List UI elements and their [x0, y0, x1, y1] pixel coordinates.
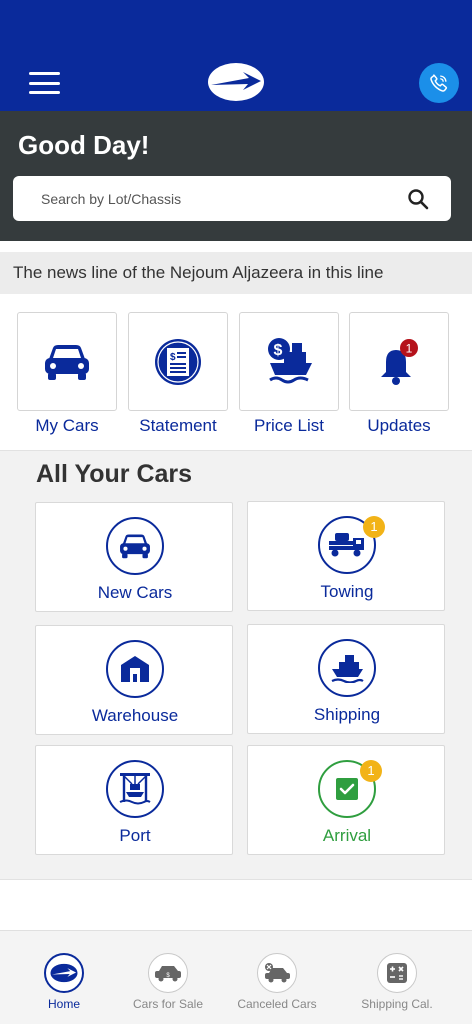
quick-card: [17, 312, 117, 411]
hamburger-menu-icon[interactable]: [29, 72, 60, 94]
quick-label: Updates: [367, 416, 431, 435]
card-label: Shipping: [313, 705, 381, 724]
quick-card: $: [128, 312, 228, 411]
quick-label: Statement: [139, 416, 217, 435]
search-bar: [13, 176, 451, 221]
quick-card: $: [239, 312, 339, 411]
phone-icon: [430, 74, 448, 92]
call-button[interactable]: [419, 63, 459, 103]
card-label: Warehouse: [91, 706, 179, 725]
warehouse-card[interactable]: Warehouse: [35, 625, 233, 735]
car-icon: [106, 517, 164, 575]
statement-icon: $: [155, 338, 201, 385]
new-cars-card[interactable]: New Cars: [35, 502, 233, 612]
nav-label: Cars for Sale: [132, 997, 204, 1011]
svg-text:$: $: [170, 352, 176, 363]
bell-icon: 1: [381, 338, 418, 385]
warehouse-icon: [106, 640, 164, 698]
quick-label: Price List: [254, 416, 324, 435]
top-app-bar: [0, 0, 472, 111]
shipping-card[interactable]: Shipping: [247, 624, 445, 734]
nav-shipping-calculator[interactable]: Shipping Cal.: [342, 931, 452, 1024]
towing-card[interactable]: 1 Towing: [247, 501, 445, 611]
quick-statement-button[interactable]: $ Statement: [128, 312, 228, 442]
nav-home[interactable]: Home: [9, 931, 119, 1024]
car-sale-icon: $: [148, 953, 188, 993]
card-label: Port: [119, 826, 151, 845]
port-card[interactable]: Port: [35, 745, 233, 855]
arrival-card[interactable]: 1 Arrival: [247, 745, 445, 855]
section-title: All Your Cars: [36, 460, 193, 488]
quick-my-cars-button[interactable]: My Cars: [17, 312, 117, 442]
arrival-badge: 1: [360, 760, 382, 782]
search-input[interactable]: [41, 176, 401, 221]
nav-canceled-cars[interactable]: Canceled Cars: [222, 931, 332, 1024]
nav-label: Canceled Cars: [237, 997, 317, 1011]
news-ticker: The news line of the Nejoum Aljazeera in…: [0, 252, 472, 294]
nav-cars-for-sale[interactable]: $ Cars for Sale: [113, 931, 223, 1024]
quick-label: My Cars: [35, 416, 99, 435]
quick-price-list-button[interactable]: $ Price List: [239, 312, 339, 442]
port-crane-icon: [106, 760, 164, 818]
card-label: Towing: [320, 582, 374, 601]
search-icon[interactable]: [406, 187, 430, 211]
updates-badge: 1: [406, 341, 413, 355]
nav-label: Shipping Cal.: [361, 997, 433, 1011]
car-icon: [45, 344, 89, 380]
card-label: Arrival: [322, 826, 372, 845]
calculator-icon: [377, 953, 417, 993]
quick-card: 1: [349, 312, 449, 411]
greeting-title: Good Day!: [18, 130, 150, 160]
canceled-car-icon: [257, 953, 297, 993]
card-label: New Cars: [97, 583, 173, 602]
ship-icon: [318, 639, 376, 697]
towing-badge: 1: [363, 516, 385, 538]
nav-label: Home: [47, 997, 80, 1011]
bottom-navigation: Home $ Cars for Sale Canceled Cars Shipp…: [0, 930, 472, 1024]
price-list-icon: $: [268, 337, 312, 383]
brand-logo: [208, 63, 264, 101]
quick-updates-button[interactable]: 1 Updates: [349, 312, 449, 442]
svg-text:$: $: [274, 342, 283, 359]
home-logo-icon: [44, 953, 84, 993]
